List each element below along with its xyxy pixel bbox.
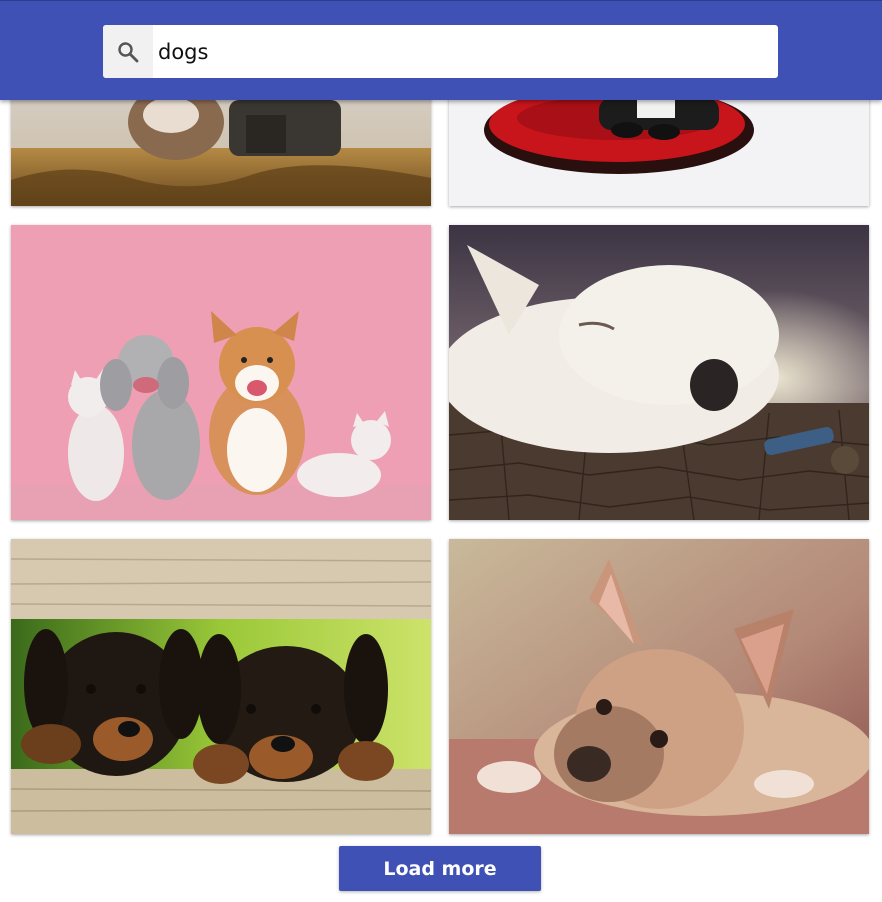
search-icon[interactable]	[103, 25, 153, 78]
search-input[interactable]	[153, 25, 758, 78]
photo-poodle-corgi-and-cats-on-pink	[11, 225, 431, 520]
load-more-button[interactable]: Load more	[339, 846, 541, 891]
photo-white-dog-sleeping-on-cracked-earth	[449, 225, 869, 520]
image-search-app: Load more	[0, 0, 882, 902]
result-card-3[interactable]	[11, 225, 431, 520]
result-card-6[interactable]	[449, 539, 869, 834]
photo-rottweiler-puppies-on-fence	[11, 539, 431, 834]
photo-french-bulldog-lying-down	[449, 539, 869, 834]
search-bar	[103, 25, 778, 78]
result-card-4[interactable]	[449, 225, 869, 520]
app-header	[0, 0, 882, 100]
result-card-5[interactable]	[11, 539, 431, 834]
magnifier-glyph	[118, 41, 139, 62]
